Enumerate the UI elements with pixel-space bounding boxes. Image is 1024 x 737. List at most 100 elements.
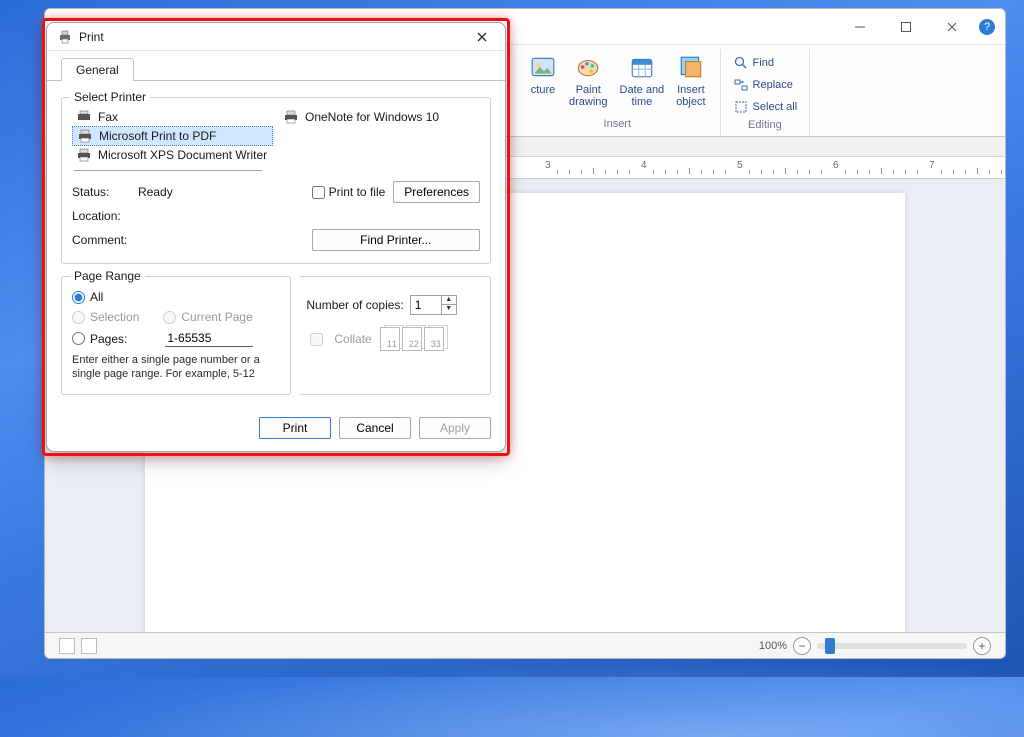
paint-icon [574,53,602,81]
ribbon-group-label-insert: Insert [604,116,632,132]
printer-icon [76,148,92,162]
print-dialog: Print General Select Printer Fax OneNote… [46,22,506,452]
printer-item-xps[interactable]: Microsoft XPS Document Writer [72,146,273,164]
copies-down[interactable]: ▼ [442,305,456,314]
selectall-icon [733,99,749,115]
picture-icon [529,53,557,81]
ribbon-paint-drawing[interactable]: Paint drawing [563,49,614,112]
ruler-num: 3 [545,160,551,171]
ribbon-date-label2: time [631,96,652,108]
ribbon-replace[interactable]: Replace [729,75,802,95]
dialog-title: Print [79,30,104,44]
collate-pg-1: 11 [380,327,400,351]
collate-preview: 11 22 33 [380,327,444,351]
location-label: Location: [72,209,132,223]
page-range-group: Page Range All Selection Current Page [61,276,291,395]
copies-group: Number of copies: ▲ ▼ Collate 11 22 [299,276,491,395]
radio-current [163,311,176,324]
ribbon-picture[interactable]: cture [523,49,563,112]
radio-selection-row: Selection [72,310,139,324]
dialog-close-button[interactable] [469,26,495,48]
ribbon-object-label2: object [676,96,705,108]
collate-checkbox [310,333,323,346]
radio-pages[interactable] [72,332,85,345]
zoom-slider-thumb[interactable] [825,638,835,654]
ribbon-date-time[interactable]: Date and time [614,49,671,112]
statusbar-view-2[interactable] [81,638,97,654]
printer-item-fax[interactable]: Fax [72,108,273,126]
ribbon-select-all[interactable]: Select all [729,97,802,117]
help-icon[interactable]: ? [979,19,995,35]
printer-fax-label: Fax [98,110,118,124]
replace-icon [733,77,749,93]
select-printer-group: Select Printer Fax OneNote for Windows 1… [61,97,491,264]
minimize-button[interactable] [837,12,883,42]
tab-row: General [47,51,505,80]
zoom-slider[interactable] [817,643,967,649]
cancel-button[interactable]: Cancel [339,417,411,439]
ruler-num: 7 [929,160,935,171]
find-printer-button[interactable]: Find Printer... [312,229,480,251]
print-to-file-input[interactable] [312,186,325,199]
radio-pages-label: Pages: [90,332,127,346]
ribbon-picture-label: cture [531,84,555,96]
close-button[interactable] [929,12,975,42]
ribbon-paint-label2: drawing [569,96,608,108]
ribbon-selectall-label: Select all [753,101,798,113]
ribbon-insert-object[interactable]: Insert object [670,49,711,112]
tab-general[interactable]: General [61,58,134,81]
fax-icon [76,110,92,124]
statusbar-view-1[interactable] [59,638,75,654]
ribbon-group-insert: cture Paint drawing Date and time Insert… [515,49,721,136]
radio-current-row: Current Page [163,310,252,324]
ribbon-group-editing: Find Replace Select all Editing [721,49,811,136]
radio-selection [72,311,85,324]
collate-pg-3: 33 [424,327,444,351]
ruler-num: 4 [641,160,647,171]
preferences-button[interactable]: Preferences [393,181,480,203]
printer-item-print-to-pdf[interactable]: Microsoft Print to PDF [72,126,273,146]
copies-input[interactable] [411,296,441,314]
copies-up[interactable]: ▲ [442,296,456,305]
ribbon-find-label: Find [753,57,774,69]
ribbon-paint-label1: Paint [576,84,601,96]
ribbon-object-label1: Insert [677,84,705,96]
copies-spinner[interactable]: ▲ ▼ [410,295,457,315]
page-range-help: Enter either a single page number or a s… [72,353,280,382]
printer-onenote-label: OneNote for Windows 10 [305,110,439,124]
printer-list: Fax OneNote for Windows 10 Microsoft Pri… [72,108,480,164]
copies-label: Number of copies: [306,298,403,312]
radio-all[interactable] [72,291,85,304]
print-to-file-checkbox[interactable]: Print to file [312,185,386,199]
printer-xps-label: Microsoft XPS Document Writer [98,148,267,162]
comment-label: Comment: [72,233,132,247]
zoom-out-button[interactable]: − [793,637,811,655]
dialog-titlebar[interactable]: Print [47,23,505,51]
printer-icon [57,29,73,45]
zoom-value: 100% [759,640,787,652]
statusbar: 100% − + [45,632,1005,658]
printer-item-onenote[interactable]: OneNote for Windows 10 [279,108,480,126]
print-to-file-label: Print to file [329,185,386,199]
radio-pages-row[interactable]: Pages: [72,330,280,347]
page-range-title: Page Range [70,269,145,283]
ribbon-group-label-editing: Editing [748,117,782,133]
ruler-num: 5 [737,160,743,171]
radio-current-label: Current Page [181,310,252,324]
ribbon-find[interactable]: Find [729,53,802,73]
printer-list-separator [74,170,262,171]
apply-button: Apply [419,417,491,439]
zoom-in-button[interactable]: + [973,637,991,655]
printer-icon [77,129,93,143]
radio-selection-label: Selection [90,310,139,324]
status-label: Status: [72,185,132,199]
dialog-footer: Print Cancel Apply [47,409,505,451]
ribbon-replace-label: Replace [753,79,793,91]
pages-input[interactable] [165,330,253,347]
radio-all-row[interactable]: All [72,290,280,304]
print-button[interactable]: Print [259,417,331,439]
collate-label: Collate [334,332,371,346]
maximize-button[interactable] [883,12,929,42]
ruler-num: 6 [833,160,839,171]
printer-icon [283,110,299,124]
